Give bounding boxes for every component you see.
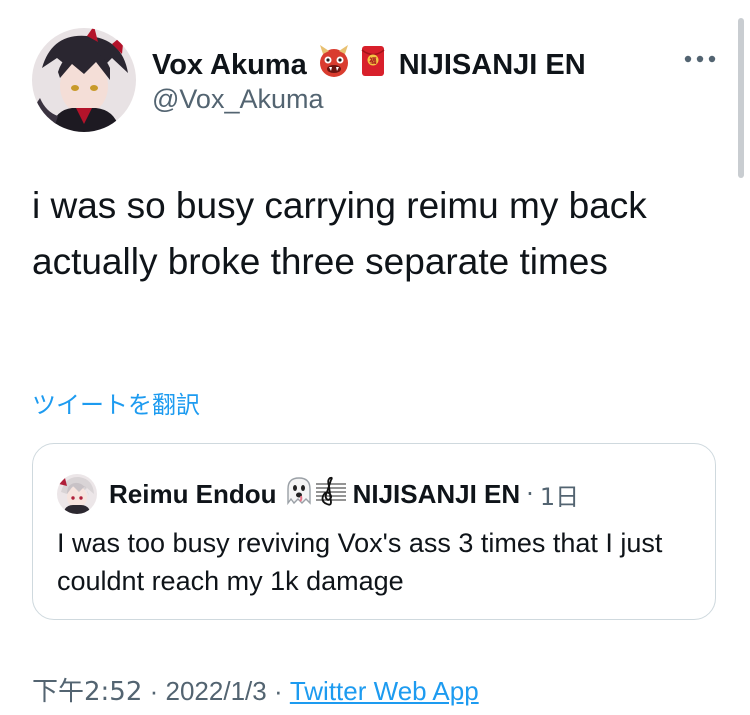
quoted-author-affiliation: NIJISANJI EN bbox=[352, 478, 521, 509]
author-display-name[interactable]: Vox Akuma bbox=[152, 48, 307, 82]
quoted-author-avatar bbox=[57, 474, 97, 514]
author-avatar[interactable] bbox=[32, 28, 136, 132]
quoted-time-separator: · bbox=[526, 480, 534, 508]
author-handle[interactable]: @Vox_Akuma bbox=[152, 82, 324, 116]
svg-text:福: 福 bbox=[368, 56, 376, 65]
quoted-tweet-card[interactable]: Reimu Endou NIJISANJI EN · 1日 I was too … bbox=[32, 443, 716, 620]
tweet-text: i was so busy carrying reimu my back act… bbox=[32, 185, 647, 282]
tweet-time[interactable]: 下午2:52 bbox=[32, 677, 142, 707]
source-app-link[interactable]: Twitter Web App bbox=[290, 676, 479, 706]
meta-separator: · bbox=[142, 676, 166, 706]
more-options-button[interactable] bbox=[680, 44, 720, 74]
ghost-emoji-icon bbox=[285, 476, 313, 513]
quoted-author-name: Reimu Endou bbox=[109, 478, 277, 509]
translate-tweet-link[interactable]: ツイートを翻訳 bbox=[32, 388, 200, 422]
red-envelope-emoji-icon: 福 bbox=[361, 45, 385, 85]
tweet-date[interactable]: 2022/1/3 bbox=[166, 676, 267, 706]
meta-separator: · bbox=[266, 676, 290, 706]
tweet-meta: 下午2:52 · 2022/1/3 · Twitter Web App bbox=[32, 674, 479, 709]
ogre-emoji-icon bbox=[317, 44, 351, 86]
author-name-line[interactable]: Vox Akuma 福 NIJISANJI EN bbox=[152, 44, 586, 86]
quoted-author-line: Reimu Endou NIJISANJI EN · 1日 bbox=[109, 476, 579, 512]
scrollbar-thumb[interactable] bbox=[738, 18, 744, 178]
musical-score-emoji-icon bbox=[315, 476, 347, 513]
quoted-tweet-time: 1日 bbox=[539, 482, 580, 511]
quoted-tweet-text: I was too busy reviving Vox's ass 3 time… bbox=[57, 528, 663, 596]
more-dots-icon bbox=[684, 55, 716, 63]
author-affiliation: NIJISANJI EN bbox=[398, 49, 586, 81]
